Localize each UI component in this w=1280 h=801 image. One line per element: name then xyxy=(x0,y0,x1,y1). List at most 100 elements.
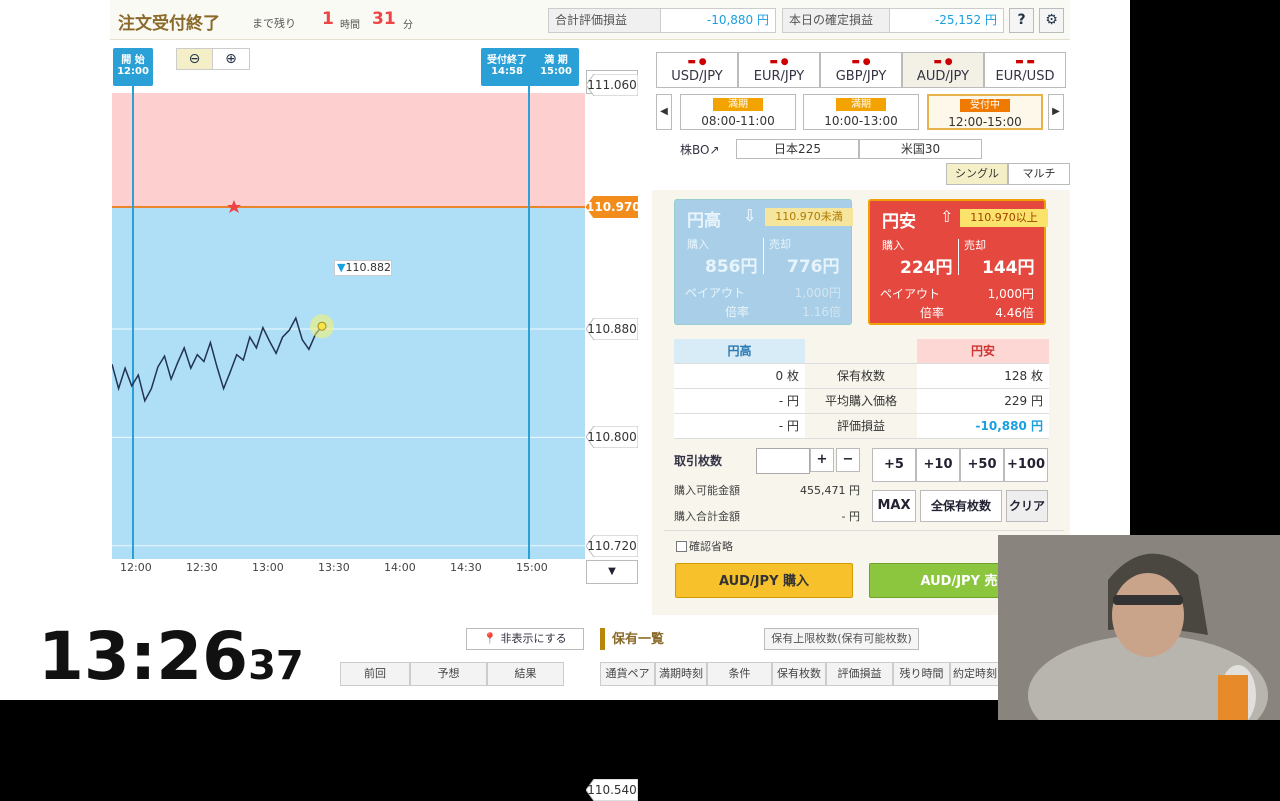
table-row: - 円 平均購入価格 229 円 xyxy=(674,389,1049,414)
time-tick-label: 13:30 xyxy=(318,561,350,574)
multi-mode-button[interactable]: マルチ xyxy=(1008,163,1070,185)
slot-1200[interactable]: 受付中 12:00-15:00 xyxy=(927,94,1043,130)
col-yen-down: 円安 xyxy=(917,339,1049,363)
zoom-controls: ⊖ ⊕ xyxy=(176,48,250,70)
stock-us30-button[interactable]: 米国30 xyxy=(859,139,982,159)
table-header: 満期時刻 xyxy=(655,662,707,686)
zoom-out-icon[interactable]: ⊖ xyxy=(177,49,213,69)
clear-button[interactable]: クリア xyxy=(1006,490,1048,522)
table-header: 保有枚数 xyxy=(772,662,826,686)
table-header: 約定時刻 xyxy=(950,662,1000,686)
time-tick-label: 12:00 xyxy=(120,561,152,574)
time-tick-label: 14:30 xyxy=(450,561,482,574)
time-tick-label: 15:00 xyxy=(516,561,548,574)
hours-unit: 時間 xyxy=(340,20,360,31)
black-margin xyxy=(340,700,1000,720)
today-pl-label: 本日の確定損益 xyxy=(782,8,890,33)
table-header: 評価損益 xyxy=(826,662,893,686)
max-button[interactable]: MAX xyxy=(872,490,916,522)
remain-label: まで残り xyxy=(252,17,296,30)
webcam-overlay xyxy=(998,535,1280,720)
qty-plus-button[interactable]: + xyxy=(810,448,834,472)
tab-aud-jpy[interactable]: ▬ ● AUD/JPY xyxy=(902,52,984,88)
yen-up-card[interactable]: 円高 ⇩ 110.970未満 購入 売却 856円 776円 ペイアウト 1,0… xyxy=(674,199,853,325)
table-header: 結果 xyxy=(487,662,564,686)
chart-out-zone xyxy=(112,93,585,207)
tab-usd-jpy[interactable]: ▬ ● USD/JPY xyxy=(656,52,738,88)
settings-gear-icon[interactable]: ⚙ xyxy=(1039,8,1064,33)
price-tick-label: 110.720 xyxy=(586,534,638,557)
time-tick-label: 12:30 xyxy=(186,561,218,574)
table-header: 前回 xyxy=(340,662,410,686)
stock-nikkei-button[interactable]: 日本225 xyxy=(736,139,859,159)
help-button[interactable]: ? xyxy=(1009,8,1034,33)
table-header: 残り時間 xyxy=(893,662,950,686)
clock: 13:2637 xyxy=(38,618,304,695)
top-bar: 注文受付終了 まで残り 1 時間 31 分 合計評価損益 -10,880 円 本… xyxy=(110,0,1070,40)
confirm-skip-checkbox[interactable]: 確認省略 xyxy=(676,538,733,554)
end-tag: 受付終了 14:58 満 期 15:00 xyxy=(481,48,579,86)
hide-button[interactable]: 📍 非表示にする xyxy=(466,628,584,650)
remain-minutes: 31 xyxy=(372,9,396,29)
price-tick-label: 110.540 xyxy=(586,778,638,801)
prev-slot-icon[interactable]: ◀ xyxy=(656,94,672,130)
add-100-button[interactable]: +100 xyxy=(1004,448,1048,482)
avail-value: 455,471 円 xyxy=(800,484,860,497)
add-50-button[interactable]: +50 xyxy=(960,448,1004,482)
remain-hours: 1 xyxy=(322,9,334,29)
all-holdings-button[interactable]: 全保有枚数 xyxy=(920,490,1002,522)
table-row: 0 枚 保有枚数 128 枚 xyxy=(674,364,1049,389)
price-tick-label: 111.060 xyxy=(586,74,638,97)
total-label: 購入合計金額 xyxy=(674,510,740,523)
table-header: 予想 xyxy=(410,662,487,686)
minutes-unit: 分 xyxy=(403,20,413,31)
table-header: 条件 xyxy=(707,662,772,686)
price-chart[interactable] xyxy=(112,40,585,560)
add-5-button[interactable]: +5 xyxy=(872,448,916,482)
stock-bo-link[interactable]: 株BO↗ xyxy=(680,141,736,158)
status-title: 注文受付終了 xyxy=(118,14,220,34)
flag-icon: ▬ ● xyxy=(687,57,707,67)
flag-icon: ▬ ● xyxy=(933,57,953,67)
tab-gbp-jpy[interactable]: ▬ ● GBP/JPY xyxy=(820,52,902,88)
qty-label: 取引枚数 xyxy=(674,454,723,468)
target-price-tag: 110.970 xyxy=(586,196,641,218)
current-price-label: ▼110.882 xyxy=(334,260,392,276)
scroll-down-button[interactable]: ▼ xyxy=(586,560,638,584)
price-tick-label: 110.880 xyxy=(586,317,638,340)
avail-label: 購入可能金額 xyxy=(674,484,740,497)
start-tag: 開 始 12:00 xyxy=(113,48,153,86)
yen-down-card[interactable]: 円安 ⇧ 110.970以上 購入 売却 224円 144円 ペイアウト 1,0… xyxy=(868,199,1048,325)
slot-0800[interactable]: 満期 08:00-11:00 xyxy=(680,94,796,130)
today-pl-value: -25,152 円 xyxy=(889,8,1004,33)
stock-bo-row: 株BO↗ 日本225 米国30 xyxy=(680,139,982,159)
tab-eur-jpy[interactable]: ▬ ● EUR/JPY xyxy=(738,52,820,88)
zoom-in-icon[interactable]: ⊕ xyxy=(213,49,249,69)
time-tick-label: 13:00 xyxy=(252,561,284,574)
slot-1000[interactable]: 満期 10:00-13:00 xyxy=(803,94,919,130)
time-slot-selector: ◀ 満期 08:00-11:00 満期 10:00-13:00 受付中 12:00-1… xyxy=(656,94,1066,130)
currency-pair-tabs: ▬ ● USD/JPY ▬ ● EUR/JPY ▬ ● GBP/JPY ▬ ● AUD/… xyxy=(656,52,1066,88)
arrow-down-icon: ⇩ xyxy=(743,206,757,225)
buy-up-button[interactable]: AUD/JPY 購入 xyxy=(675,563,853,598)
qty-input[interactable] xyxy=(756,448,810,474)
flag-icon: ▬ ● xyxy=(851,57,871,67)
pin-icon: 📍 xyxy=(483,632,498,645)
next-slot-icon[interactable]: ▶ xyxy=(1048,94,1064,130)
total-pl-label: 合計評価損益 xyxy=(548,8,661,33)
black-margin xyxy=(1130,0,1280,540)
current-price-dot xyxy=(317,321,327,331)
col-yen-up: 円高 xyxy=(674,339,805,363)
flag-icon: ▬ ● xyxy=(769,57,789,67)
qty-minus-button[interactable]: − xyxy=(836,448,860,472)
single-mode-button[interactable]: シングル xyxy=(946,163,1008,185)
arrow-up-icon: ⇧ xyxy=(940,207,954,226)
holding-limit-button[interactable]: 保有上限枚数(保有可能枚数) xyxy=(764,628,919,650)
time-tick-label: 14:00 xyxy=(384,561,416,574)
price-tick-label: 110.800 xyxy=(586,426,638,449)
total-pl-value: -10,880 円 xyxy=(660,8,776,33)
total-value: - 円 xyxy=(841,510,860,523)
add-10-button[interactable]: +10 xyxy=(916,448,960,482)
flag-icon: ▬ ▬ xyxy=(1015,57,1035,67)
tab-eur-usd[interactable]: ▬ ▬ EUR/USD xyxy=(984,52,1066,88)
